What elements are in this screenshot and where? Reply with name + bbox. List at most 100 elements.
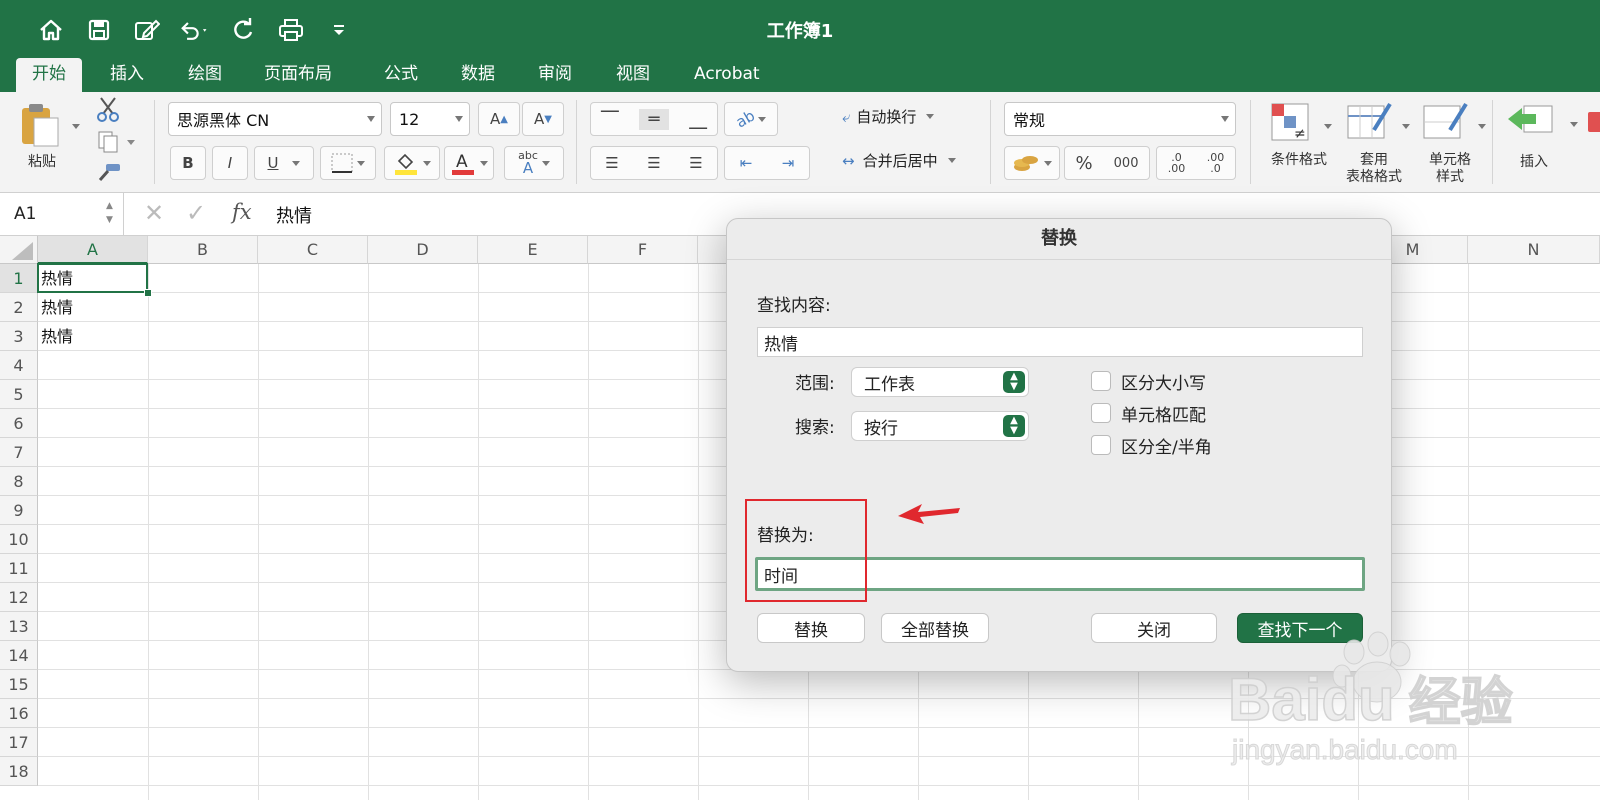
col-header-c[interactable]: C [258,236,368,264]
replace-button[interactable]: 替换 [757,613,865,643]
align-left-icon[interactable]: ☰ [605,154,618,172]
insert-cells-icon [1508,105,1553,133]
name-box-value: A1 [14,204,37,224]
underline-button[interactable]: U [254,146,314,180]
cell-styles-button[interactable]: 单元格 样式 [1414,100,1486,190]
watermark-brand-text: Baidu [1227,665,1395,734]
fill-color-button[interactable] [384,146,440,180]
increase-indent-icon[interactable]: ⇥ [782,154,795,172]
baidu-watermark: Baidu 经验 jingyan.baidu.com [1222,630,1522,780]
font-size-select[interactable]: 12 [390,102,470,136]
row-header-9[interactable]: 9 [0,496,38,525]
col-header-b[interactable]: B [148,236,258,264]
row-header-13[interactable]: 13 [0,612,38,641]
match-case-checkbox[interactable] [1091,371,1111,391]
row-header-1[interactable]: 1 [0,264,38,293]
increase-font-button[interactable]: A ▲ [478,102,520,136]
align-top-icon[interactable]: ⎺ [601,109,619,130]
align-middle-icon[interactable]: ═ [638,108,670,130]
find-what-input[interactable]: 热情 [757,327,1363,357]
match-width-checkbox[interactable] [1091,435,1111,455]
merge-center-button[interactable]: ↔ 合并后居中 [842,150,956,171]
phonetic-button[interactable]: abc A [504,146,564,180]
tab-review[interactable]: 审阅 [522,58,588,92]
wrap-text-button[interactable]: ⤶ 自动换行 [842,106,935,127]
copy-icon[interactable] [96,130,136,158]
replace-all-button[interactable]: 全部替换 [881,613,989,643]
row-header-12[interactable]: 12 [0,583,38,612]
align-center-icon[interactable]: ☰ [647,154,660,172]
align-bottom-icon[interactable]: ⎽ [689,109,707,130]
formula-content[interactable]: 热情 [276,202,312,228]
tab-home[interactable]: 开始 [16,58,82,92]
tab-view[interactable]: 视图 [600,58,666,92]
cancel-icon[interactable]: ✕ [144,199,164,227]
tab-draw[interactable]: 绘图 [172,58,238,92]
scope-label: 范围: [795,374,835,394]
paste-button[interactable] [18,100,80,160]
row-header-11[interactable]: 11 [0,554,38,583]
enter-icon[interactable]: ✓ [186,199,206,227]
close-button[interactable]: 关闭 [1091,613,1217,643]
col-header-n[interactable]: N [1468,236,1600,264]
col-header-a[interactable]: A [38,236,148,264]
insert-cells-button[interactable]: 插入 [1506,100,1586,186]
bold-button[interactable]: B [170,146,206,180]
row-header-2[interactable]: 2 [0,293,38,322]
font-name-select[interactable]: 思源黑体 CN [168,102,382,136]
tab-formulas[interactable]: 公式 [368,58,434,92]
row-header-14[interactable]: 14 [0,641,38,670]
thousands-button[interactable]: 000 [1114,156,1139,171]
row-header-16[interactable]: 16 [0,699,38,728]
row-header-15[interactable]: 15 [0,670,38,699]
orientation-button[interactable]: ab [724,102,778,136]
col-header-d[interactable]: D [368,236,478,264]
format-painter-icon[interactable] [96,162,122,188]
row-header-5[interactable]: 5 [0,380,38,409]
row-header-3[interactable]: 3 [0,322,38,351]
col-header-f[interactable]: F [588,236,698,264]
row-header-7[interactable]: 7 [0,438,38,467]
function-icon[interactable]: fx [232,200,252,224]
row-header-10[interactable]: 10 [0,525,38,554]
align-right-icon[interactable]: ☰ [689,154,702,172]
percent-button[interactable]: % [1076,153,1093,174]
cell-a2[interactable]: 热情 [41,293,73,322]
decrease-decimal-bottom: .0 [1210,162,1221,175]
tab-page-layout[interactable]: 页面布局 [248,58,348,92]
search-label: 搜索: [795,418,835,438]
increase-decimal-button[interactable]: .0.00 [1168,152,1186,174]
row-header-17[interactable]: 17 [0,728,38,757]
cut-icon[interactable] [96,96,120,126]
row-header-18[interactable]: 18 [0,757,38,786]
delete-cells-icon[interactable] [1588,112,1600,132]
decrease-decimal-button[interactable]: .00.0 [1207,152,1225,174]
select-all-corner[interactable] [0,236,38,264]
conditional-format-button[interactable]: ≠ 条件格式 [1264,100,1334,186]
name-box[interactable]: A1 ▲ ▼ [0,193,124,235]
row-header-6[interactable]: 6 [0,409,38,438]
row-header-4[interactable]: 4 [0,351,38,380]
search-select[interactable]: 按行 ▲ ▼ [851,411,1029,441]
format-as-table-button[interactable]: 套用 表格格式 [1338,100,1410,190]
tab-acrobat[interactable]: Acrobat [678,58,776,92]
name-box-stepper-icon[interactable]: ▲ ▼ [106,199,113,227]
font-color-button[interactable]: A [444,146,494,180]
row-header-8[interactable]: 8 [0,467,38,496]
decrease-font-button[interactable]: A ▼ [522,102,564,136]
match-cell-checkbox[interactable] [1091,403,1111,423]
scope-select[interactable]: 工作表 ▲ ▼ [851,367,1029,397]
tab-insert[interactable]: 插入 [94,58,160,92]
tab-data[interactable]: 数据 [445,58,511,92]
borders-button[interactable] [320,146,376,180]
paste-label: 粘贴 [28,154,56,170]
decrease-indent-icon[interactable]: ⇤ [740,154,753,172]
italic-button[interactable]: I [212,146,248,180]
scope-value: 工作表 [864,374,915,395]
fill-handle[interactable] [144,289,152,297]
cell-a3[interactable]: 热情 [41,322,73,351]
col-header-e[interactable]: E [478,236,588,264]
underline-label: U [267,154,279,172]
accounting-format-button[interactable] [1004,146,1060,180]
number-format-select[interactable]: 常规 [1004,102,1236,136]
